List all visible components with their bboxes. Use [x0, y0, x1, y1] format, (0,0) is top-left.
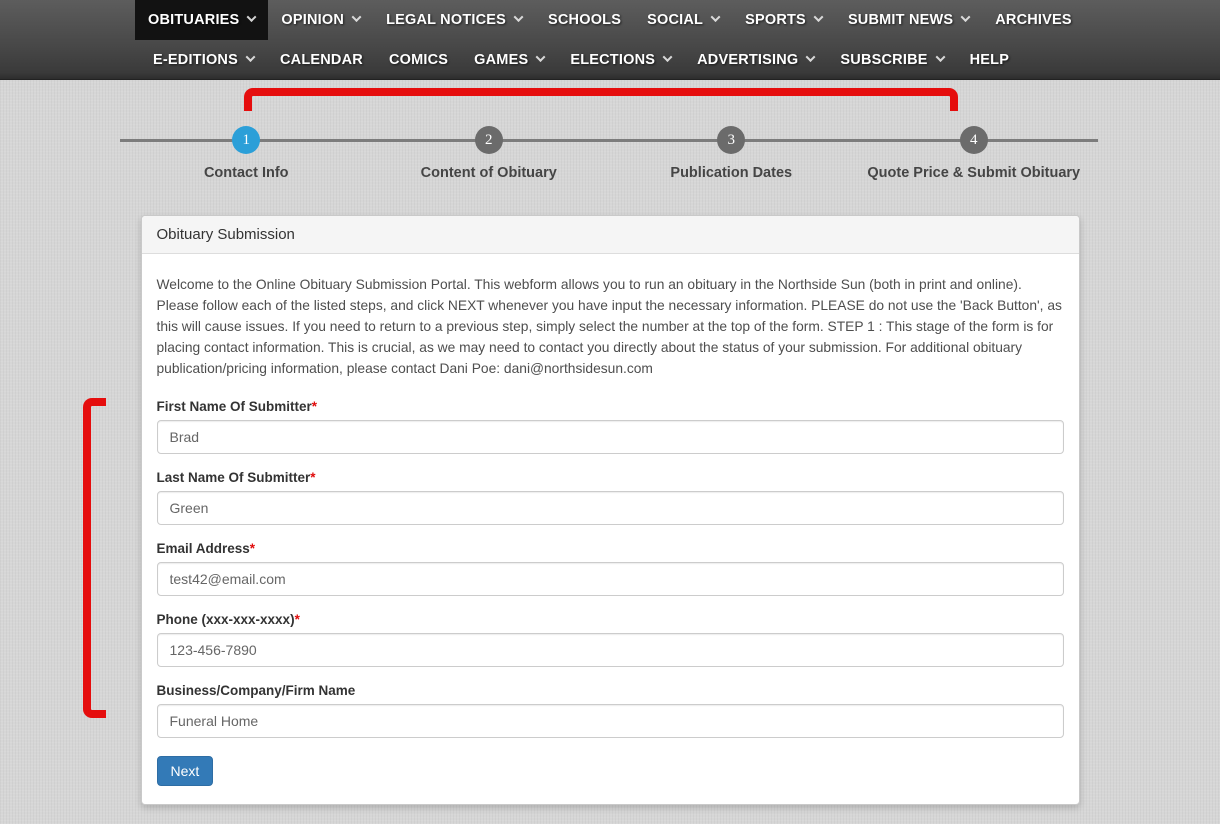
chevron-down-icon	[514, 12, 524, 22]
email-input[interactable]	[157, 562, 1064, 596]
chevron-down-icon	[663, 52, 673, 62]
first-name-input[interactable]	[157, 420, 1064, 454]
obituary-submission-panel: Obituary Submission Welcome to the Onlin…	[141, 215, 1080, 805]
form-group-last-name: Last Name Of Submitter*	[157, 470, 1064, 525]
nav-row-2: E-EDITIONS CALENDAR COMICS GAMES ELECTIO…	[0, 40, 1220, 79]
nav-item-obituaries[interactable]: OBITUARIES	[135, 0, 268, 40]
business-name-input[interactable]	[157, 704, 1064, 738]
phone-input[interactable]	[157, 633, 1064, 667]
annotation-bracket-top	[244, 88, 958, 111]
nav-item-submit-news[interactable]: SUBMIT NEWS	[835, 0, 982, 40]
required-asterisk: *	[250, 541, 255, 556]
nav-item-games[interactable]: GAMES	[461, 40, 557, 79]
chevron-down-icon	[935, 52, 945, 62]
annotation-bracket-left	[83, 398, 106, 718]
nav-item-advertising[interactable]: ADVERTISING	[684, 40, 827, 79]
step-4-label: Quote Price & Submit Obituary	[853, 165, 1096, 181]
last-name-label: Last Name Of Submitter*	[157, 470, 1064, 485]
next-button[interactable]: Next	[157, 756, 214, 786]
step-1-contact-info[interactable]: 1 Contact Info	[125, 126, 368, 181]
step-4-circle[interactable]: 4	[960, 126, 988, 154]
step-3-publication-dates[interactable]: 3 Publication Dates	[610, 126, 853, 181]
form-group-business-name: Business/Company/Firm Name	[157, 683, 1064, 738]
required-asterisk: *	[295, 612, 300, 627]
nav-item-opinion[interactable]: OPINION	[268, 0, 373, 40]
step-4-quote-price-submit[interactable]: 4 Quote Price & Submit Obituary	[853, 126, 1096, 181]
step-1-circle[interactable]: 1	[232, 126, 260, 154]
nav-item-schools[interactable]: SCHOOLS	[535, 0, 634, 40]
required-asterisk: *	[310, 470, 315, 485]
nav-item-calendar[interactable]: CALENDAR	[267, 40, 376, 79]
form-group-first-name: First Name Of Submitter*	[157, 399, 1064, 454]
step-2-content-of-obituary[interactable]: 2 Content of Obituary	[368, 126, 611, 181]
nav-item-sports[interactable]: SPORTS	[732, 0, 835, 40]
step-1-label: Contact Info	[125, 165, 368, 181]
email-label: Email Address*	[157, 541, 1064, 556]
main-navbar: OBITUARIES OPINION LEGAL NOTICES SCHOOLS…	[0, 0, 1220, 80]
step-2-circle[interactable]: 2	[475, 126, 503, 154]
required-asterisk: *	[312, 399, 317, 414]
nav-item-social[interactable]: SOCIAL	[634, 0, 732, 40]
business-name-label: Business/Company/Firm Name	[157, 683, 1064, 698]
step-2-label: Content of Obituary	[368, 165, 611, 181]
chevron-down-icon	[806, 52, 816, 62]
chevron-down-icon	[536, 52, 546, 62]
chevron-down-icon	[813, 12, 823, 22]
chevron-down-icon	[246, 52, 256, 62]
form-group-email: Email Address*	[157, 541, 1064, 596]
nav-item-archives[interactable]: ARCHIVES	[982, 0, 1085, 40]
nav-item-e-editions[interactable]: E-EDITIONS	[140, 40, 267, 79]
step-3-label: Publication Dates	[610, 165, 853, 181]
last-name-input[interactable]	[157, 491, 1064, 525]
chevron-down-icon	[247, 12, 257, 22]
chevron-down-icon	[352, 12, 362, 22]
intro-text: Welcome to the Online Obituary Submissio…	[157, 274, 1064, 379]
step-wizard: 1 Contact Info 2 Content of Obituary 3 P…	[125, 126, 1095, 181]
first-name-label: First Name Of Submitter*	[157, 399, 1064, 414]
nav-item-elections[interactable]: ELECTIONS	[557, 40, 684, 79]
panel-title: Obituary Submission	[142, 216, 1079, 254]
nav-item-legal-notices[interactable]: LEGAL NOTICES	[373, 0, 535, 40]
form-group-phone: Phone (xxx-xxx-xxxx)*	[157, 612, 1064, 667]
nav-row-1: OBITUARIES OPINION LEGAL NOTICES SCHOOLS…	[0, 0, 1220, 40]
step-3-circle[interactable]: 3	[717, 126, 745, 154]
nav-item-help[interactable]: HELP	[957, 40, 1022, 79]
chevron-down-icon	[711, 12, 721, 22]
chevron-down-icon	[961, 12, 971, 22]
phone-label: Phone (xxx-xxx-xxxx)*	[157, 612, 1064, 627]
nav-item-comics[interactable]: COMICS	[376, 40, 461, 79]
panel-body: Welcome to the Online Obituary Submissio…	[142, 254, 1079, 804]
nav-item-subscribe[interactable]: SUBSCRIBE	[827, 40, 956, 79]
